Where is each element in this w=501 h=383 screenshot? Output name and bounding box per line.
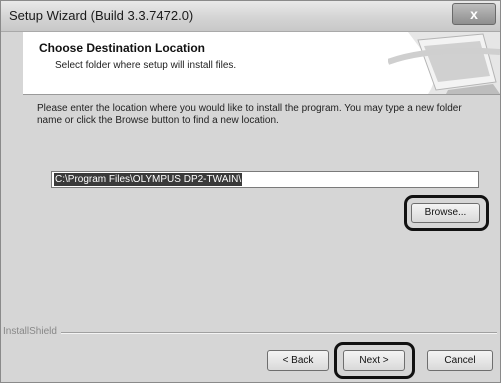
wizard-header: Choose Destination Location Select folde… [23, 32, 500, 95]
page-subtitle: Select folder where setup will install f… [55, 60, 237, 71]
computer-graphic-icon [388, 32, 500, 94]
footer-divider [61, 332, 497, 334]
close-button[interactable]: x [452, 3, 496, 25]
window-title: Setup Wizard (Build 3.3.7472.0) [9, 8, 194, 23]
left-panel [1, 32, 23, 352]
back-button[interactable]: < Back [267, 350, 329, 371]
setup-wizard-window: Setup Wizard (Build 3.3.7472.0) x Choose… [0, 0, 501, 383]
cancel-button-label: Cancel [444, 355, 476, 366]
back-button-label: < Back [282, 355, 314, 366]
destination-path-value: C:\Program Files\OLYMPUS DP2-TWAIN\ [54, 173, 243, 186]
page-title: Choose Destination Location [39, 41, 206, 55]
browse-callout-highlight [404, 195, 489, 231]
cancel-button[interactable]: Cancel [427, 350, 493, 371]
next-callout-highlight [334, 342, 415, 379]
instructions-text: Please enter the location where you woul… [37, 103, 462, 126]
installshield-label: InstallShield [3, 326, 61, 337]
title-bar: Setup Wizard (Build 3.3.7472.0) x [1, 1, 500, 32]
destination-path-field[interactable]: C:\Program Files\OLYMPUS DP2-TWAIN\ [51, 171, 479, 188]
